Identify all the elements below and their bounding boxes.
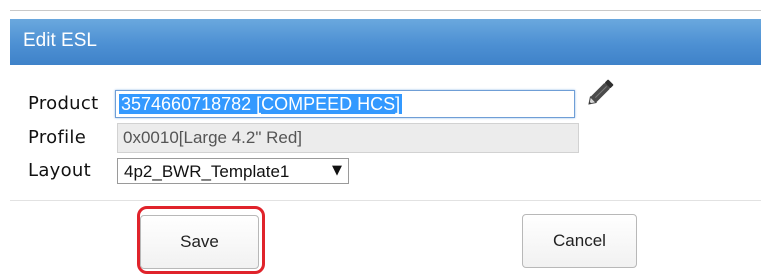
profile-value: 0x0010[Large 4.2" Red]: [123, 128, 302, 147]
layout-select-value: 4p2_BWR_Template1: [124, 162, 290, 181]
save-button[interactable]: Save: [140, 215, 259, 269]
pencil-icon[interactable]: [584, 75, 618, 109]
product-input-value: 3574660718782 [COMPEED HCS]: [119, 94, 403, 114]
profile-field: 0x0010[Large 4.2" Red]: [117, 123, 579, 153]
layout-select[interactable]: 4p2_BWR_Template1 ▼: [117, 158, 349, 184]
edit-esl-dialog: Edit ESL Product 3574660718782 [COMPEED …: [10, 10, 761, 278]
profile-label: Profile: [28, 127, 87, 148]
dropdown-arrow-icon: ▼: [332, 163, 342, 178]
product-input[interactable]: 3574660718782 [COMPEED HCS]: [115, 90, 575, 118]
dialog-title: Edit ESL: [23, 30, 97, 51]
footer-divider: [10, 200, 761, 201]
product-label: Product: [28, 93, 99, 114]
dialog-titlebar[interactable]: Edit ESL: [10, 19, 761, 65]
cancel-button[interactable]: Cancel: [522, 214, 637, 268]
layout-label: Layout: [28, 160, 91, 181]
